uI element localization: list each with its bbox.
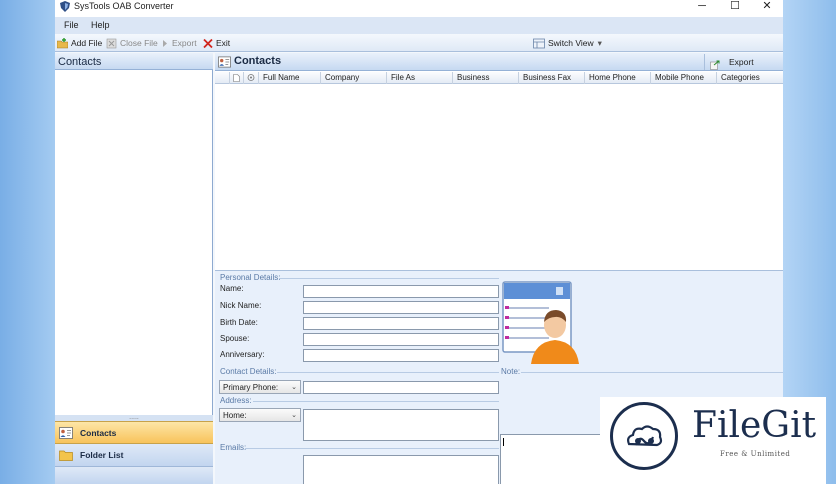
contacts-grid-header: Full Name Company File As Business Busin…	[215, 72, 783, 84]
export-arrow-icon	[163, 39, 167, 47]
window-title: SysTools OAB Converter	[74, 1, 174, 11]
folder-icon	[59, 450, 73, 461]
add-file-button[interactable]: Add File	[57, 37, 102, 49]
nav-bottom-bar	[55, 467, 213, 484]
add-folder-icon	[57, 37, 68, 48]
nick-name-field[interactable]	[303, 301, 499, 314]
birth-date-field[interactable]	[303, 317, 499, 330]
close-file-label: Close File	[120, 38, 158, 48]
name-field[interactable]	[303, 285, 499, 298]
cloud-icon	[627, 425, 663, 447]
address-divider	[253, 401, 499, 402]
personal-details-divider	[279, 278, 499, 279]
menu-bar: File Help	[55, 17, 783, 34]
switch-view-icon	[533, 38, 545, 48]
anniversary-label: Anniversary:	[220, 350, 265, 359]
emails-divider	[245, 448, 499, 449]
column-flag[interactable]	[215, 72, 229, 84]
column-business[interactable]: Business	[452, 72, 518, 84]
toolbar: Add File Close File Export Exit Switch V…	[55, 34, 783, 52]
chevron-down-icon: ⌄	[291, 384, 297, 391]
left-panel-title: Contacts	[55, 53, 213, 70]
text-caret	[503, 438, 504, 446]
column-full-name[interactable]: Full Name	[258, 72, 320, 84]
column-business-fax[interactable]: Business Fax	[518, 72, 584, 84]
contacts-header-title: Contacts	[234, 55, 282, 67]
spouse-label: Spouse:	[220, 334, 250, 343]
contact-details-heading: Contact Details:	[220, 367, 277, 376]
export-button-label: Export	[729, 57, 754, 67]
contact-details-divider	[277, 372, 499, 373]
column-mobile-phone[interactable]: Mobile Phone	[650, 72, 716, 84]
personal-details-heading: Personal Details:	[220, 273, 281, 282]
title-bar: SysTools OAB Converter ─ ☐ ✕	[55, 0, 783, 17]
exit-x-icon	[203, 38, 213, 48]
app-shield-icon	[60, 1, 70, 12]
left-panel: Contacts ..... Contacts Folder List	[55, 53, 213, 484]
minimize-button[interactable]: ─	[687, 0, 717, 15]
export-button[interactable]: Export	[704, 54, 783, 70]
filegit-tagline: Free & Unlimited	[720, 450, 791, 458]
document-icon	[233, 74, 240, 82]
export-icon	[710, 60, 720, 70]
contacts-grid-body[interactable]	[215, 85, 783, 269]
menu-help[interactable]: Help	[91, 20, 110, 30]
close-file-button[interactable]: Close File	[106, 37, 158, 49]
menu-file[interactable]: File	[64, 20, 79, 30]
anniversary-field[interactable]	[303, 349, 499, 362]
export-toolbar-label: Export	[172, 38, 197, 48]
column-attachment[interactable]	[243, 72, 258, 84]
filegit-logo-circle	[610, 402, 678, 470]
export-toolbar-button[interactable]: Export	[161, 37, 197, 49]
address-type-select-value: Home:	[223, 411, 247, 420]
address-label: Address:	[220, 396, 252, 405]
nick-name-label: Nick Name:	[220, 301, 262, 310]
phone-number-field[interactable]	[303, 381, 499, 394]
name-label: Name:	[220, 284, 244, 293]
phone-type-select[interactable]: Primary Phone: ⌄	[219, 380, 301, 394]
desktop-background-left	[0, 0, 55, 484]
chevron-down-icon: ⌄	[291, 412, 297, 419]
nav-folder-list-label: Folder List	[80, 450, 124, 460]
exit-label: Exit	[216, 38, 231, 48]
contact-card-icon	[502, 281, 579, 364]
address-type-select[interactable]: Home: ⌄	[219, 408, 301, 422]
column-item-type[interactable]	[229, 72, 243, 84]
close-file-icon	[106, 38, 117, 48]
column-categories[interactable]: Categories	[716, 72, 783, 84]
contacts-card-icon	[59, 426, 73, 439]
column-home-phone[interactable]: Home Phone	[584, 72, 650, 84]
note-label: Note:	[501, 367, 521, 376]
column-company[interactable]: Company	[320, 72, 386, 84]
phone-type-select-value: Primary Phone:	[223, 383, 279, 392]
emails-textarea[interactable]	[303, 455, 499, 484]
filegit-watermark: FileGit Free & Unlimited	[600, 397, 826, 484]
emails-label: Emails:	[220, 443, 247, 452]
exit-button[interactable]: Exit	[203, 37, 230, 49]
attachment-icon	[247, 74, 255, 81]
switch-view-label: Switch View	[548, 38, 594, 48]
spouse-field[interactable]	[303, 333, 499, 346]
switch-view-dropdown-arrow: ▾	[597, 37, 602, 48]
switch-view-button[interactable]: Switch View ▾	[533, 37, 602, 49]
contacts-header: Contacts Export	[215, 53, 783, 71]
column-file-as[interactable]: File As	[386, 72, 452, 84]
contacts-header-icon	[218, 56, 231, 68]
add-file-label: Add File	[71, 38, 103, 48]
filegit-brand-text: FileGit	[692, 405, 817, 446]
note-divider	[521, 372, 783, 373]
address-textarea[interactable]	[303, 409, 499, 441]
close-button[interactable]: ✕	[752, 0, 782, 15]
maximize-button[interactable]: ☐	[720, 0, 750, 15]
birth-date-label: Birth Date:	[220, 318, 258, 327]
nav-contacts-label: Contacts	[80, 427, 117, 438]
nav-contacts[interactable]: Contacts	[55, 421, 213, 444]
nav-folder-list[interactable]: Folder List	[55, 444, 213, 467]
